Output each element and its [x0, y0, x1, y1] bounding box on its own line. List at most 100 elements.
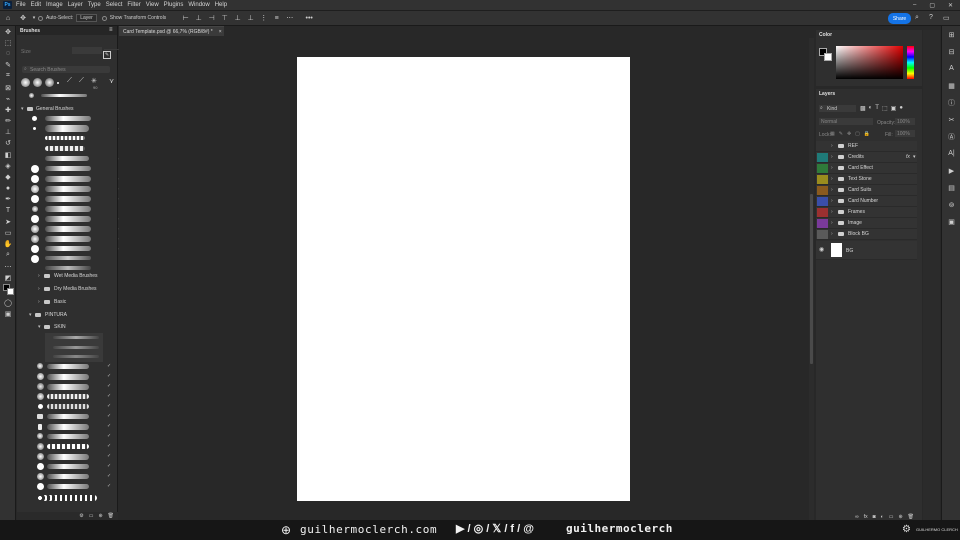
transform-controls-checkbox[interactable] [101, 15, 107, 21]
menu-help[interactable]: Help [215, 2, 227, 8]
properties-icon[interactable]: ⊞ [942, 26, 960, 43]
recent-brush-3[interactable] [45, 78, 54, 87]
chevron-right-icon[interactable]: › [38, 299, 40, 305]
shape-filter-icon[interactable]: ⬚ [882, 105, 888, 113]
pen-tool-icon[interactable]: ✒ [0, 194, 16, 205]
brush-tool-icon[interactable]: ✏ [0, 116, 16, 127]
layer-row-card-effect[interactable]: › Card Effect [816, 163, 917, 174]
layer-row-ref[interactable]: › REF [816, 141, 917, 152]
brush-preset[interactable]: ✓ [29, 154, 130, 164]
chevron-right-icon[interactable]: › [831, 220, 833, 226]
move-tool-icon[interactable]: ✥ [16, 14, 30, 22]
menu-view[interactable]: View [146, 2, 159, 8]
recent-brush-6[interactable]: ⟋ [79, 77, 84, 85]
menu-plugins[interactable]: Plugins [164, 2, 184, 8]
align-bottom-icon[interactable]: ⊥ [244, 14, 257, 22]
chevron-right-icon[interactable]: › [831, 187, 833, 193]
new-group-icon[interactable]: ▭ [89, 513, 94, 519]
lock-position-icon[interactable]: ✥ [847, 131, 851, 138]
glyphs-icon[interactable]: A| [942, 145, 960, 162]
character-icon[interactable]: A [942, 60, 960, 77]
clone-stamp-icon[interactable]: ⊥ [0, 127, 16, 138]
brush-preset[interactable] [29, 204, 130, 214]
layer-row-credits[interactable]: › Credits fx ▾ [816, 152, 917, 163]
brushes-panel-title[interactable]: Brushes [20, 28, 40, 34]
smart-object-filter-icon[interactable]: ▣ [891, 105, 897, 113]
path-select-icon[interactable]: ➤ [0, 216, 16, 227]
hand-tool-icon[interactable]: ✋ [0, 239, 16, 250]
brush-preset[interactable]: ✓ [29, 124, 130, 134]
pixel-filter-icon[interactable]: ▩ [860, 105, 866, 113]
brush-preset[interactable] [29, 144, 130, 154]
brush-preset[interactable]: ✓ [29, 194, 130, 204]
chevron-down-icon[interactable]: ▾ [29, 312, 32, 318]
dodge-tool-icon[interactable]: ● [0, 183, 16, 194]
website-text[interactable]: guilhermoclerch.com [300, 523, 437, 536]
brush-preset[interactable]: ✓ [29, 174, 130, 184]
eye-icon[interactable]: ◉ [819, 246, 824, 253]
tools-icon[interactable]: ✂ [942, 111, 960, 128]
lock-transparent-icon[interactable]: ▦ [830, 131, 835, 138]
document-tab[interactable]: Card Template.psd @ 66,7% (RGB/8#) * × [119, 26, 224, 36]
color-field[interactable] [836, 46, 903, 79]
lasso-tool-icon[interactable]: ◌ [0, 48, 16, 59]
color-panel-title[interactable]: Color [819, 32, 832, 38]
align-right-icon[interactable]: ⊣ [205, 14, 218, 22]
recent-brush-1[interactable] [21, 78, 30, 87]
menu-edit[interactable]: Edit [31, 2, 41, 8]
hue-slider[interactable] [907, 46, 914, 79]
recent-brush-8[interactable]: ⋎ [109, 77, 114, 85]
help-icon[interactable]: ? [929, 14, 933, 21]
zoom-tool-icon[interactable]: ⌕ [0, 250, 16, 261]
brush-preset[interactable]: ✓ [29, 184, 130, 194]
more-options-icon[interactable]: ••• [302, 15, 316, 22]
adjustments-icon[interactable]: ⊟ [942, 43, 960, 60]
align-more-icon[interactable]: ⋯ [283, 14, 296, 22]
minimize-icon[interactable]: – [913, 2, 916, 9]
panel-menu-icon[interactable]: ≡ [109, 27, 113, 33]
channels-icon[interactable]: ⊚ [942, 196, 960, 213]
close-tab-icon[interactable]: × [219, 29, 222, 35]
menu-file[interactable]: File [16, 2, 26, 8]
chevron-down-icon[interactable]: ▾ [38, 324, 41, 330]
layer-row-image[interactable]: › Image [816, 218, 917, 229]
eraser-tool-icon[interactable]: ◧ [0, 149, 16, 160]
brush-preset[interactable]: ✓ [29, 244, 130, 254]
recent-brush-4[interactable] [57, 82, 59, 84]
canvas-scroll-thumb[interactable] [810, 194, 813, 364]
background-swatch[interactable] [824, 53, 832, 61]
libraries-icon[interactable]: ▤ [942, 179, 960, 196]
brush-preset[interactable] [53, 355, 99, 358]
blur-tool-icon[interactable]: ◆ [0, 171, 16, 182]
menu-type[interactable]: Type [88, 2, 101, 8]
chevron-right-icon[interactable]: › [38, 286, 40, 292]
chevron-right-icon[interactable]: › [831, 198, 833, 204]
paragraph-icon[interactable]: Ⓐ [942, 128, 960, 145]
brush-search-input[interactable]: ⌕ Search Brushes [22, 66, 110, 73]
type-tool-icon[interactable]: T [0, 205, 16, 216]
new-brush-icon[interactable]: ⊕ [98, 513, 102, 519]
chevron-right-icon[interactable]: › [831, 176, 833, 182]
close-icon[interactable]: ✕ [948, 2, 953, 9]
quick-select-tool-icon[interactable]: ✎ [0, 60, 16, 71]
distribute-icon[interactable]: ⋮ [257, 14, 270, 22]
lock-all-icon[interactable]: 🔒 [864, 131, 870, 138]
canvas[interactable] [297, 57, 630, 501]
frame-tool-icon[interactable]: ⊠ [0, 82, 16, 93]
blend-mode-dropdown[interactable]: Normal [819, 118, 873, 125]
adjustment-filter-icon[interactable]: ◐ [869, 105, 873, 113]
move-tool-icon[interactable]: ✥ [0, 26, 16, 37]
layer-row-block-bg[interactable]: › Block BG [816, 229, 917, 240]
layer-filter-kind[interactable]: ⌕ Kind [819, 105, 856, 112]
auto-select-dropdown[interactable]: Layer [76, 14, 97, 22]
layer-row-frames[interactable]: › Frames [816, 207, 917, 218]
chevron-right-icon[interactable]: › [831, 209, 833, 215]
search-icon[interactable]: ⌕ [915, 14, 919, 22]
delete-brush-icon[interactable]: 🗑 [108, 513, 114, 519]
chevron-right-icon[interactable]: › [831, 154, 833, 160]
menu-window[interactable]: Window [188, 2, 209, 8]
share-button[interactable]: Share [888, 13, 911, 24]
swatches-icon[interactable]: ▦ [942, 77, 960, 94]
history-brush-icon[interactable]: ↺ [0, 138, 16, 149]
brush-size-slider[interactable] [72, 47, 102, 54]
